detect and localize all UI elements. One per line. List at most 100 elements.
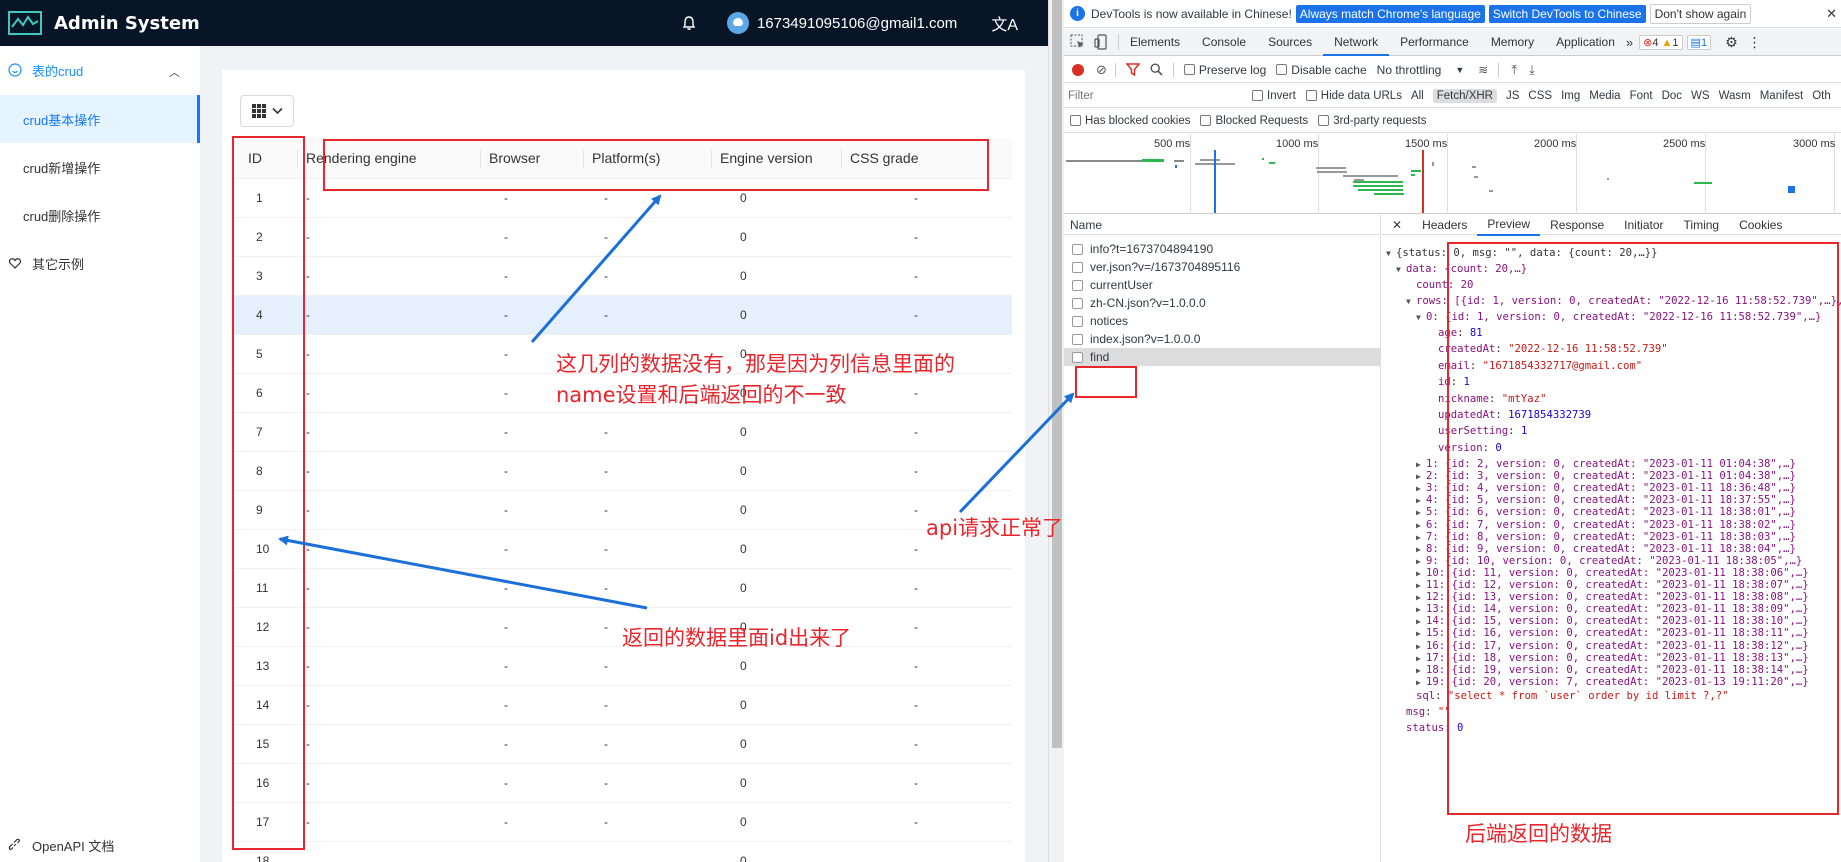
more-tabs-icon[interactable]: » <box>1626 35 1633 50</box>
tab-sources[interactable]: Sources <box>1257 29 1323 56</box>
tab-network[interactable]: Network <box>1323 29 1390 56</box>
close-icon[interactable]: ✕ <box>1826 6 1837 22</box>
preview-collapsed-row[interactable]: ▶ 5: {id: 6, version: 0, createdAt: "2023… <box>1416 506 1796 518</box>
request-row[interactable]: info?t=1673704894190 <box>1064 240 1381 258</box>
bell-icon[interactable] <box>681 15 697 31</box>
wifi-icon[interactable]: ≋ <box>1478 63 1488 77</box>
preserve-log-checkbox[interactable]: Preserve log <box>1183 63 1266 77</box>
caret-down-icon[interactable]: ▼ <box>1386 246 1396 262</box>
avatar[interactable] <box>726 12 749 34</box>
preview-collapsed-row[interactable]: ▶ 10: {id: 11, version: 0, createdAt: "20… <box>1416 567 1809 579</box>
record-icon[interactable] <box>1072 63 1084 76</box>
has-blocked-cookies-checkbox[interactable]: Has blocked cookies <box>1070 115 1190 127</box>
preview-collapsed-row[interactable]: ▶ 16: {id: 17, version: 0, createdAt: "20… <box>1416 640 1809 652</box>
preview-collapsed-row[interactable]: ▶ 14: {id: 15, version: 0, createdAt: "20… <box>1416 615 1809 627</box>
preview-collapsed-row[interactable]: ▶ 13: {id: 14, version: 0, createdAt: "20… <box>1416 603 1809 615</box>
request-list-header[interactable]: Name <box>1064 215 1381 235</box>
preview-collapsed-row[interactable]: ▶ 3: {id: 4, version: 0, createdAt: "2023… <box>1416 482 1796 494</box>
blocked-requests-checkbox[interactable]: Blocked Requests <box>1200 115 1308 127</box>
request-row[interactable]: currentUser <box>1064 276 1381 294</box>
error-warning-badge[interactable]: ⊗4 ▲1 <box>1639 34 1683 50</box>
checkbox-box[interactable] <box>1276 64 1288 75</box>
table-row[interactable]: 16 - - - 0 - <box>234 764 1012 803</box>
request-row[interactable]: find <box>1064 348 1381 366</box>
hide-data-urls-checkbox[interactable]: Hide data URLs <box>1305 90 1402 102</box>
tab-cookies[interactable]: Cookies <box>1729 215 1792 235</box>
table-row[interactable]: 13 - - - 0 - <box>234 647 1012 686</box>
sidebar-item-crud-delete[interactable]: crud删除操作 <box>0 191 200 239</box>
column-header-id[interactable]: ID <box>248 138 262 179</box>
caret-down-icon[interactable]: ▼ <box>1396 262 1406 278</box>
request-row[interactable]: ver.json?v=/1673704895116 <box>1064 258 1381 276</box>
table-row[interactable]: 5 - - - 0 - <box>234 335 1012 374</box>
table-row[interactable]: 7 - - - 0 - <box>234 413 1012 452</box>
disable-cache-checkbox[interactable]: Disable cache <box>1276 63 1367 77</box>
messages-badge[interactable]: ▤1 <box>1686 34 1712 50</box>
filter-type-wasm[interactable]: Wasm <box>1719 90 1751 102</box>
sidebar-group-crud[interactable]: 表的crud ︿ <box>0 46 200 94</box>
request-row[interactable]: zh-CN.json?v=1.0.0.0 <box>1064 294 1381 312</box>
tab-application[interactable]: Application <box>1545 29 1626 56</box>
caret-right-icon[interactable]: ▶ <box>1416 677 1426 689</box>
clear-icon[interactable]: ⊘ <box>1096 62 1107 78</box>
third-party-checkbox[interactable]: 3rd-party requests <box>1318 115 1427 127</box>
tab-headers[interactable]: Headers <box>1412 215 1477 235</box>
preview-collapsed-row[interactable]: ▶ 11: {id: 12, version: 0, createdAt: "20… <box>1416 579 1809 591</box>
tab-console[interactable]: Console <box>1191 29 1257 56</box>
preview-collapsed-row[interactable]: ▶ 7: {id: 8, version: 0, createdAt: "2023… <box>1416 531 1796 543</box>
close-icon[interactable]: ✕ <box>1382 218 1412 232</box>
filter-icon[interactable] <box>1125 63 1140 76</box>
table-row[interactable]: 14 - - - 0 - <box>234 686 1012 725</box>
invert-checkbox[interactable]: Invert <box>1252 90 1296 102</box>
table-row[interactable]: 11 - - - 0 - <box>234 569 1012 608</box>
table-row[interactable]: 2 - - - 0 - <box>234 218 1012 257</box>
upload-icon[interactable]: ⤒ <box>1511 62 1517 78</box>
preview-collapsed-row[interactable]: ▶ 6: {id: 7, version: 0, createdAt: "2023… <box>1416 519 1796 531</box>
table-row[interactable]: 17 - - - 0 - <box>234 803 1012 842</box>
match-language-button[interactable]: Always match Chrome's language <box>1295 4 1485 23</box>
request-row[interactable]: index.json?v=1.0.0.0 <box>1064 330 1381 348</box>
tab-memory[interactable]: Memory <box>1480 29 1545 56</box>
column-header-css-grade[interactable]: CSS grade <box>840 138 918 179</box>
inspect-icon[interactable] <box>1070 34 1086 50</box>
filter-input[interactable] <box>1068 86 1248 105</box>
request-row[interactable]: notices <box>1064 312 1381 330</box>
table-row[interactable]: 12 - - - 0 - <box>234 608 1012 647</box>
checkbox-box[interactable] <box>1200 115 1212 126</box>
preview-collapsed-row[interactable]: ▶ 2: {id: 3, version: 0, createdAt: "2023… <box>1416 470 1796 482</box>
table-row[interactable]: 8 - - - 0 - <box>234 452 1012 491</box>
filter-type-font[interactable]: Font <box>1630 90 1653 102</box>
checkbox-box[interactable] <box>1070 115 1081 126</box>
table-row[interactable]: 6 - - - 0 - <box>234 374 1012 413</box>
switch-language-button[interactable]: Switch DevTools to Chinese <box>1488 4 1646 23</box>
preview-collapsed-row[interactable]: ▶ 15: {id: 16, version: 0, createdAt: "20… <box>1416 627 1809 639</box>
sidebar-item-openapi[interactable]: OpenAPI 文档 <box>0 821 200 862</box>
table-row[interactable]: 10 - - - 0 - <box>234 530 1012 569</box>
preview-collapsed-row[interactable]: ▶ 17: {id: 18, version: 0, createdAt: "20… <box>1416 652 1809 664</box>
download-icon[interactable]: ⤓ <box>1529 62 1535 78</box>
tab-performance[interactable]: Performance <box>1389 29 1480 56</box>
settings-gear-icon[interactable]: ⚙ <box>1725 34 1738 51</box>
preview-collapsed-row[interactable]: ▶ 9: {id: 10, version: 0, createdAt: "202… <box>1416 555 1802 567</box>
preview-collapsed-row[interactable]: ▶ 19: {id: 20, version: 7, createdAt: "20… <box>1416 676 1809 688</box>
tab-timing[interactable]: Timing <box>1674 215 1730 235</box>
checkbox-box[interactable] <box>1183 64 1195 75</box>
kebab-menu-icon[interactable]: ⋮ <box>1748 34 1762 51</box>
page-scrollbar[interactable] <box>1048 0 1064 862</box>
column-settings-button[interactable] <box>240 95 294 127</box>
table-row[interactable]: 4 - - - 0 - <box>234 296 1012 335</box>
preview-collapsed-row[interactable]: ▶ 1: {id: 2, version: 0, createdAt: "2023… <box>1416 458 1796 470</box>
preview-collapsed-row[interactable]: ▶ 8: {id: 9, version: 0, createdAt: "2023… <box>1416 543 1796 555</box>
filter-type-other[interactable]: Oth <box>1812 90 1831 102</box>
table-row[interactable]: 15 - - - 0 - <box>234 725 1012 764</box>
preview-data[interactable]: ▼ data: {count: 20,…} <box>1396 261 1527 277</box>
filter-type-doc[interactable]: Doc <box>1662 90 1682 102</box>
user-email[interactable]: 1673491095106@gmail1.com <box>757 15 957 32</box>
table-row[interactable]: 3 - - - 0 - <box>234 257 1012 296</box>
caret-down-icon[interactable]: ▼ <box>1406 294 1416 310</box>
tab-initiator[interactable]: Initiator <box>1614 215 1673 235</box>
column-header-engine-version[interactable]: Engine version <box>711 138 813 179</box>
preview-rows[interactable]: ▼ rows: [{id: 1, version: 0, createdAt: "… <box>1406 293 1841 309</box>
tab-response[interactable]: Response <box>1540 215 1614 235</box>
scrollbar-thumb[interactable] <box>1052 0 1062 748</box>
